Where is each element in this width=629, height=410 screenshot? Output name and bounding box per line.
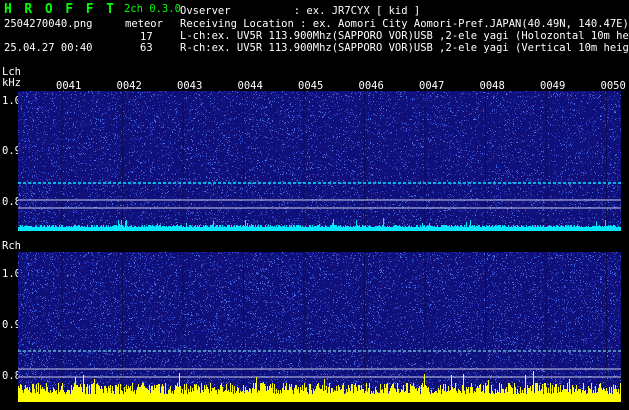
lch-unit: kHz [2,77,21,89]
meteor-label: meteor [125,18,163,30]
noise-speckle [18,252,621,402]
rch-label: Rch [2,240,21,252]
title-letter: F [85,2,94,17]
lch-spectrogram [18,91,621,231]
app-title: H R O F F T [4,2,114,17]
signal-level-bars [18,371,621,402]
location-line: Receiving Location : ex. Aomori City Aom… [180,18,629,30]
meteor-rch-count: 63 [140,42,153,54]
title-letter: F [65,2,74,17]
lch-info-line: L-ch:ex. UV5R 113.900Mhz(SAPPORO VOR)USB… [180,30,629,42]
title-letter: T [106,2,114,17]
rch-info-line: R-ch:ex. UV5R 113.900Mhz(SAPPORO VOR)USB… [180,42,629,54]
observer-line: Ovserver : ex. JR7CYX [ kid ] [180,5,421,17]
rch-spectrogram [18,252,621,402]
filename-label: 2504270040.png [4,18,93,30]
datetime-label: 25.04.27 00:40 [4,42,93,54]
title-letter: O [44,2,53,17]
version-label: 2ch 0.3.0 [124,3,181,15]
rch-spectrogram-svg [18,252,621,402]
noise-speckle [18,91,621,231]
title-letter: R [24,2,33,17]
title-letter: H [4,2,12,17]
lch-spectrogram-svg [18,91,621,231]
